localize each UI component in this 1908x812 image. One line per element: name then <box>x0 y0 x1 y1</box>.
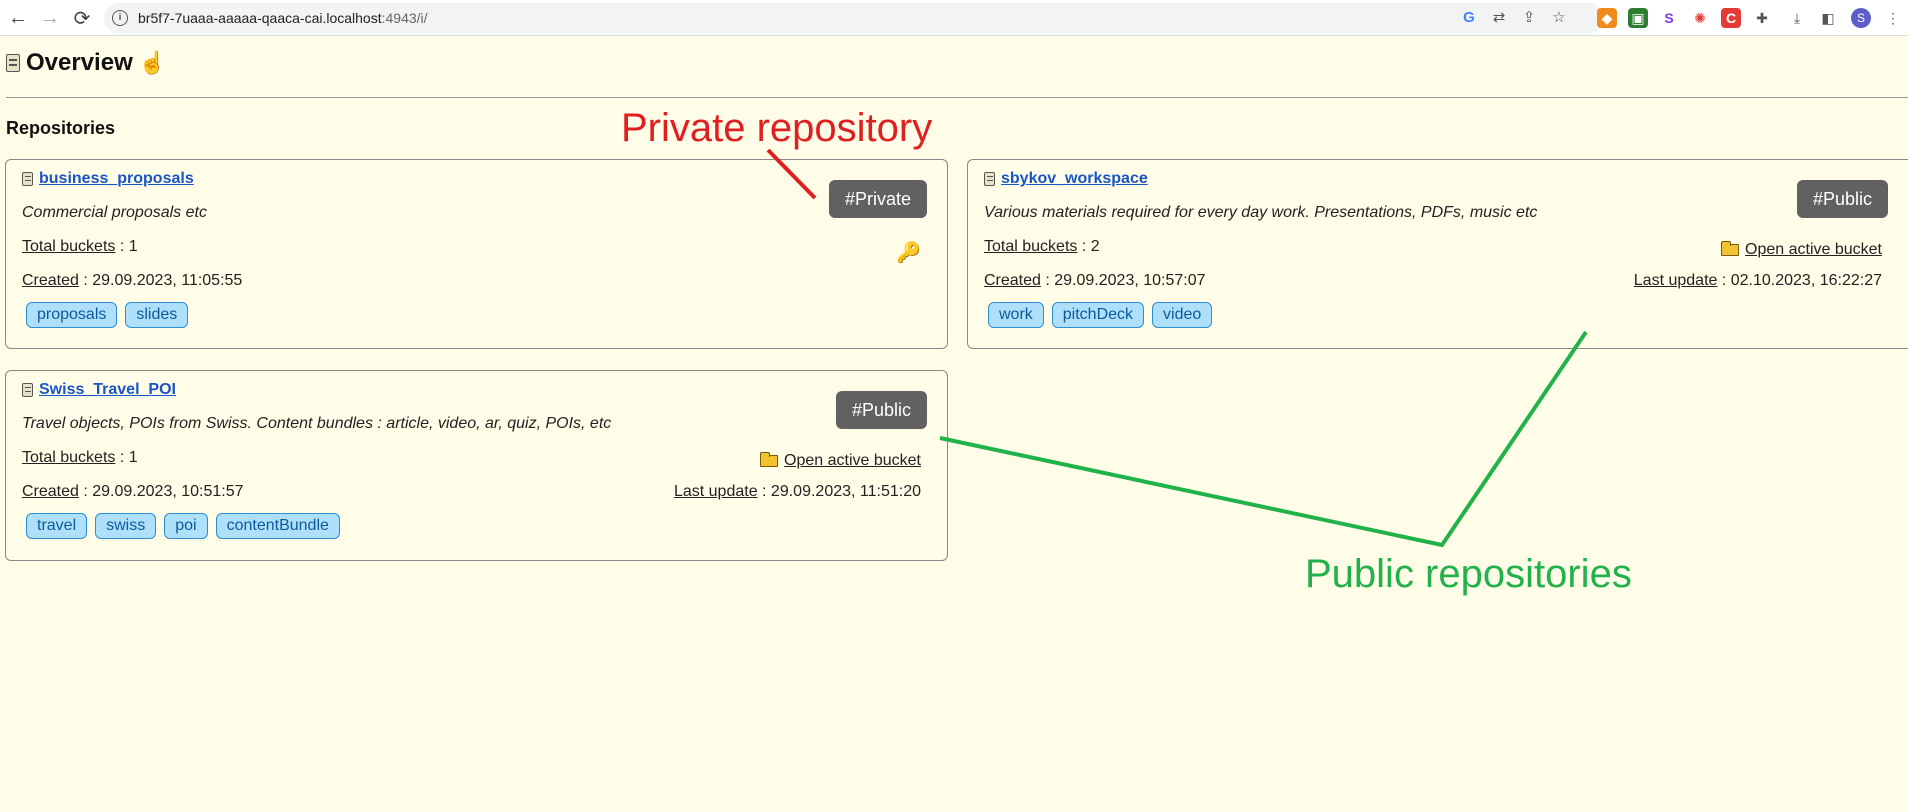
site-info-icon[interactable]: i <box>112 10 128 26</box>
document-icon <box>22 383 33 397</box>
address-bar[interactable]: i br5f7-7uaaa-aaaaa-qaaca-cai.localhost:… <box>104 3 1604 33</box>
side-panel-icon[interactable]: ◧ <box>1818 8 1838 28</box>
share-icon[interactable]: ⇪ <box>1520 9 1538 27</box>
download-icon[interactable]: ⤓ <box>1787 8 1807 28</box>
repository-description: Commercial proposals etc <box>22 204 207 221</box>
created-date: Created : 29.09.2023, 10:51:57 <box>22 483 244 500</box>
open-active-bucket-link[interactable]: Open active bucket <box>1721 241 1882 259</box>
repository-name: Swiss_Travel_POI <box>22 381 176 399</box>
private-annotation: Private repository <box>621 106 933 150</box>
translate-icon[interactable]: ⇄ <box>1490 9 1508 27</box>
document-icon <box>22 172 33 186</box>
public-annotation: Public repositories <box>1305 552 1632 596</box>
repository-link[interactable]: sbykov_workspace <box>1001 170 1148 188</box>
divider <box>6 97 1908 98</box>
repository-link[interactable]: business_proposals <box>39 170 194 188</box>
c-extension-icon[interactable]: C <box>1721 8 1741 28</box>
profile-avatar[interactable]: S <box>1851 8 1871 28</box>
visibility-badge[interactable]: #Private <box>828 180 927 218</box>
tag[interactable]: slides <box>125 302 189 328</box>
url-text: br5f7-7uaaa-aaaaa-qaaca-cai.localhost:49… <box>138 10 428 26</box>
visibility-badge[interactable]: #Public <box>835 391 927 429</box>
forward-arrow-icon[interactable]: → <box>38 6 62 30</box>
created-date: Created : 29.09.2023, 10:57:07 <box>984 272 1206 289</box>
pointing-hand-icon: ☝ <box>138 50 167 75</box>
folder-icon <box>760 452 779 467</box>
repository-name: sbykov_workspace <box>984 170 1148 188</box>
repository-description: Various materials required for every day… <box>984 204 1538 221</box>
public-pointer-line <box>939 330 1588 548</box>
google-icon[interactable]: G <box>1460 9 1478 27</box>
repository-description: Travel objects, POIs from Swiss. Content… <box>22 415 612 432</box>
s-extension-icon[interactable]: S <box>1659 8 1679 28</box>
metamask-extension-icon[interactable]: ◆ <box>1597 8 1617 28</box>
tag[interactable]: pitchDeck <box>1051 302 1145 328</box>
tag-list: travel swiss poi contentBundle <box>26 513 340 539</box>
key-icon[interactable]: 🔑 <box>896 240 921 265</box>
repository-link[interactable]: Swiss_Travel_POI <box>39 381 176 399</box>
tag[interactable]: work <box>988 302 1044 328</box>
repository-card: business_proposals #Private Commercial p… <box>5 159 948 349</box>
browser-toolbar: ← → ⟳ i br5f7-7uaaa-aaaaa-qaaca-cai.loca… <box>0 0 1908 36</box>
reload-icon[interactable]: ⟳ <box>70 6 94 30</box>
tag[interactable]: poi <box>164 513 208 539</box>
spinner-extension-icon[interactable]: ✺ <box>1690 8 1710 28</box>
open-active-bucket-link[interactable]: Open active bucket <box>760 452 921 470</box>
tag[interactable]: contentBundle <box>215 513 340 539</box>
section-title: Repositories <box>6 118 116 138</box>
tag[interactable]: video <box>1152 302 1213 328</box>
puzzle-icon[interactable]: ✚ <box>1752 8 1772 28</box>
back-arrow-icon[interactable]: ← <box>6 6 30 30</box>
total-buckets: Total buckets : 1 <box>22 238 138 255</box>
visibility-badge[interactable]: #Public <box>1796 180 1888 218</box>
repository-card: sbykov_workspace #Public Various materia… <box>967 159 1908 349</box>
last-update-date: Last update : 02.10.2023, 16:22:27 <box>1633 272 1882 289</box>
tag-list: proposals slides <box>26 302 189 328</box>
tag[interactable]: proposals <box>26 302 118 328</box>
folder-icon <box>1721 241 1740 256</box>
tag[interactable]: swiss <box>95 513 157 539</box>
total-buckets: Total buckets : 1 <box>22 449 138 466</box>
tag-list: work pitchDeck video <box>988 302 1213 328</box>
document-icon <box>984 172 995 186</box>
created-date: Created : 29.09.2023, 11:05:55 <box>22 272 243 289</box>
document-icon <box>6 54 20 72</box>
last-update-date: Last update : 29.09.2023, 11:51:20 <box>673 483 921 500</box>
page-title-text: Overview <box>26 49 133 76</box>
page-title: Overview ☝ <box>6 49 166 77</box>
total-buckets: Total buckets : 2 <box>984 238 1100 255</box>
repository-card: Swiss_Travel_POI #Public Travel objects,… <box>5 370 948 561</box>
menu-kebab-icon[interactable]: ⋮ <box>1883 8 1903 28</box>
repository-name: business_proposals <box>22 170 194 188</box>
extension-icon[interactable]: ▣ <box>1628 8 1648 28</box>
tag[interactable]: travel <box>26 513 88 539</box>
bookmark-star-icon[interactable]: ☆ <box>1550 9 1568 27</box>
